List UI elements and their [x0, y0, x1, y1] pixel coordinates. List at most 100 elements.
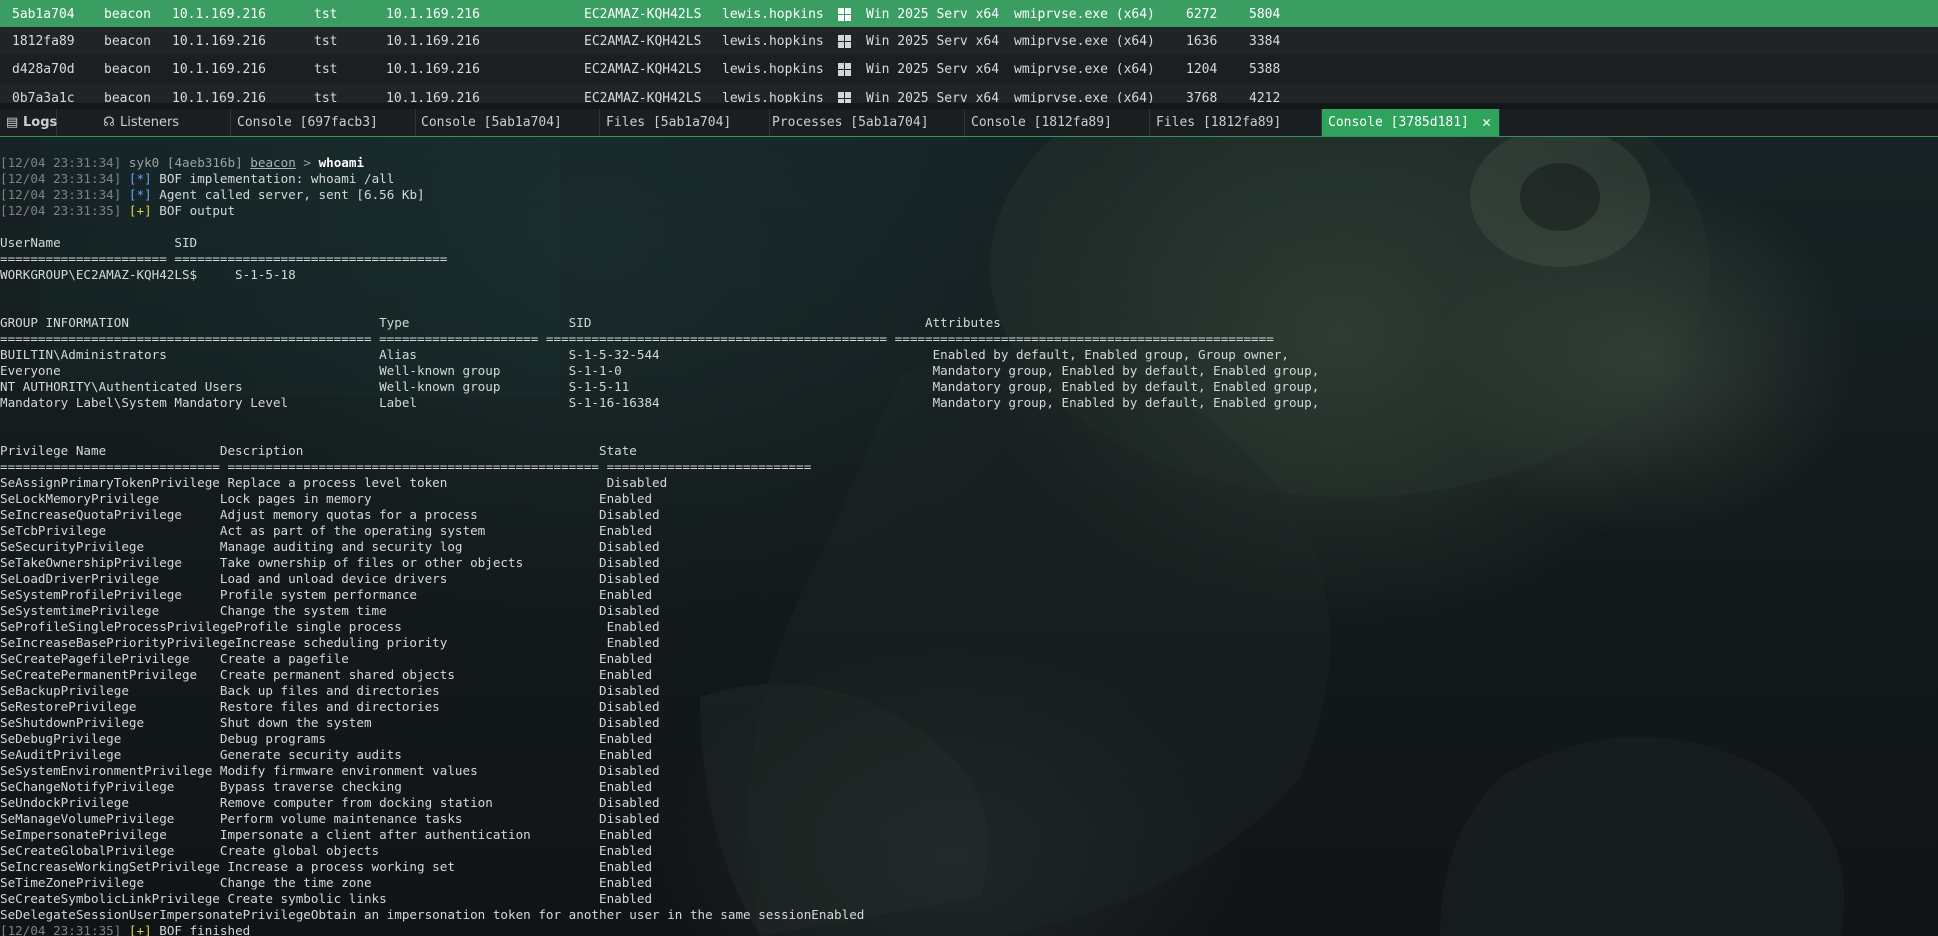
process-id: 1204 — [1186, 62, 1218, 77]
tab-files-5ab1a704[interactable]: Files [5ab1a704] — [600, 109, 770, 136]
prompt-arrow: > — [303, 155, 311, 170]
output-line: NT AUTHORITY\Authenticated Users Well-kn… — [0, 379, 1320, 394]
output-line: SeChangeNotifyPrivilege Bypass traverse … — [0, 779, 653, 794]
output-line: SeShutdownPrivilege Shut down the system… — [0, 715, 660, 730]
username: lewis.hopkins — [722, 91, 824, 103]
timestamp: [12/04 23:31:35] — [0, 923, 122, 936]
tab-logs[interactable]: ▤ Logs — [0, 109, 57, 136]
output-line: SeIncreaseWorkingSetPrivilege Increase a… — [0, 859, 653, 874]
message-text: Agent called server, sent [6.56 Kb] — [159, 187, 425, 202]
computer-name: EC2AMAZ-KQH42LS — [584, 62, 702, 77]
internal-ip: 10.1.169.216 — [386, 91, 480, 103]
success-tag: [+] — [128, 923, 152, 936]
thread-id: 3384 — [1249, 34, 1281, 49]
timestamp: [12/04 23:31:34] — [0, 187, 122, 202]
agent-link[interactable]: beacon — [250, 155, 296, 170]
tab-console-3785d181[interactable]: Console [3785d181] ✕ — [1322, 109, 1500, 136]
console-line: [12/04 23:31:34] [*] Agent called server… — [0, 187, 1319, 203]
output-line: SeManageVolumePrivilege Perform volume m… — [0, 811, 660, 826]
console-line: [12/04 23:31:34] [*] BOF implementation:… — [0, 171, 1319, 187]
os-name: Win 2025 Serv x64 — [866, 62, 1000, 77]
command-text: whoami — [318, 155, 365, 170]
output-line: SeRestorePrivilege Restore files and dir… — [0, 699, 660, 714]
output-line: SeCreateGlobalPrivilege Create global ob… — [0, 843, 653, 858]
windows-icon — [838, 35, 851, 48]
session-user: tst — [314, 62, 338, 77]
thread-id: 4212 — [1249, 91, 1281, 103]
external-ip: 10.1.169.216 — [172, 62, 266, 77]
output-line: BUILTIN\Administrators Alias S-1-5-32-54… — [0, 347, 1289, 362]
username: lewis.hopkins — [722, 7, 824, 22]
tab-label: Console [5ab1a704] — [421, 115, 562, 130]
tab-console-697facb3[interactable]: Console [697facb3] — [231, 109, 416, 136]
message-text: BOF output — [159, 203, 236, 218]
process-id: 6272 — [1186, 7, 1218, 22]
tab-listeners[interactable]: ☊ Listeners — [97, 109, 231, 136]
tab-console-1812fa89[interactable]: Console [1812fa89] — [965, 109, 1150, 136]
session-row[interactable]: d428a70d beacon 10.1.169.216 tst 10.1.169.21… — [0, 55, 1938, 84]
output-line: SeLockMemoryPrivilege Lock pages in memo… — [0, 491, 653, 506]
output-line: SeIncreaseBasePriorityPrivilegeIncrease … — [0, 635, 660, 650]
tab-bar: ▤ Logs ☊ Listeners Console [697facb3] Console… — [0, 109, 1938, 137]
output-line: SeCreatePermanentPrivilege Create perman… — [0, 667, 653, 682]
thread-id: 5388 — [1249, 62, 1281, 77]
output-line: SeProfileSingleProcessPrivilegeProfile s… — [0, 619, 660, 634]
windows-icon — [838, 63, 851, 76]
output-line: SeSystemEnvironmentPrivilege Modify firm… — [0, 763, 660, 778]
output-line: GROUP INFORMATION Type SID Attributes — [0, 315, 1001, 330]
external-ip: 10.1.169.216 — [172, 34, 266, 49]
output-line: SeTcbPrivilege Act as part of the operat… — [0, 523, 653, 538]
session-row[interactable]: 0b7a3a1c beacon 10.1.169.216 tst 10.1.169.21… — [0, 84, 1938, 103]
os-name: Win 2025 Serv x64 — [866, 91, 1000, 103]
process-id: 3768 — [1186, 91, 1218, 103]
tab-processes-5ab1a704[interactable]: Processes [5ab1a704] — [766, 109, 965, 136]
tab-label: Logs — [23, 115, 58, 130]
message-text: BOF implementation: whoami /all — [159, 171, 395, 186]
session-id: 1812fa89 — [12, 34, 75, 49]
close-icon[interactable]: ✕ — [1482, 109, 1491, 136]
session-id: 0b7a3a1c — [12, 91, 75, 103]
session-id: d428a70d — [12, 62, 75, 77]
output-line: ========================================… — [0, 331, 1274, 346]
output-line: SeCreatePagefilePrivilege Create a pagef… — [0, 651, 653, 666]
session-user: tst — [314, 34, 338, 49]
tab-label: Console [1812fa89] — [971, 115, 1112, 130]
output-line: SeTimeZonePrivilege Change the time zone… — [0, 875, 653, 890]
output-line: SeBackupPrivilege Back up files and dire… — [0, 683, 660, 698]
session-type: beacon — [104, 62, 151, 77]
output-line: SeUndockPrivilege Remove computer from d… — [0, 795, 660, 810]
tab-files-1812fa89[interactable]: Files [1812fa89] — [1150, 109, 1322, 136]
tab-label: Files [1812fa89] — [1156, 115, 1282, 130]
output-line: SeAuditPrivilege Generate security audit… — [0, 747, 653, 762]
tab-label: Listeners — [120, 115, 180, 130]
output-line: SeImpersonatePrivilege Impersonate a cli… — [0, 827, 653, 842]
process-id: 1636 — [1186, 34, 1218, 49]
console-line: [12/04 23:31:35] [+] BOF output — [0, 203, 1319, 219]
process-name: wmiprvse.exe (x64) — [1014, 91, 1155, 103]
process-name: wmiprvse.exe (x64) — [1014, 62, 1155, 77]
info-tag: [*] — [128, 171, 152, 186]
session-id: 5ab1a704 — [12, 7, 75, 22]
tab-console-5ab1a704[interactable]: Console [5ab1a704] — [415, 109, 600, 136]
process-name: wmiprvse.exe (x64) — [1014, 34, 1155, 49]
session-type: beacon — [104, 34, 151, 49]
output-line: UserName SID — [0, 235, 198, 250]
console-output-panel[interactable]: [12/04 23:31:34] syk0 [4aeb316b] beacon … — [0, 137, 1938, 936]
output-line: WORKGROUP\EC2AMAZ-KQH42LS$ S-1-5-18 — [0, 267, 296, 282]
output-line: SeLoadDriverPrivilege Load and unload de… — [0, 571, 660, 586]
output-line: SeSystemtimePrivilege Change the system … — [0, 603, 660, 618]
document-icon: ▤ — [6, 115, 19, 130]
output-line: SeCreateSymbolicLinkPrivilege Create sym… — [0, 891, 653, 906]
os-name: Win 2025 Serv x64 — [866, 34, 1000, 49]
session-user: tst — [314, 91, 338, 103]
session-row[interactable]: 1812fa89 beacon 10.1.169.216 tst 10.1.169.21… — [0, 27, 1938, 56]
session-row[interactable]: 5ab1a704 beacon 10.1.169.216 tst 10.1.169.21… — [0, 0, 1938, 29]
internal-ip: 10.1.169.216 — [386, 62, 480, 77]
output-line: Privilege Name Description State — [0, 443, 637, 458]
tab-label: Processes [5ab1a704] — [772, 115, 929, 130]
tab-label: Console [3785d181] — [1328, 115, 1469, 130]
username: lewis.hopkins — [722, 34, 824, 49]
output-line: SeTakeOwnershipPrivilege Take ownership … — [0, 555, 660, 570]
